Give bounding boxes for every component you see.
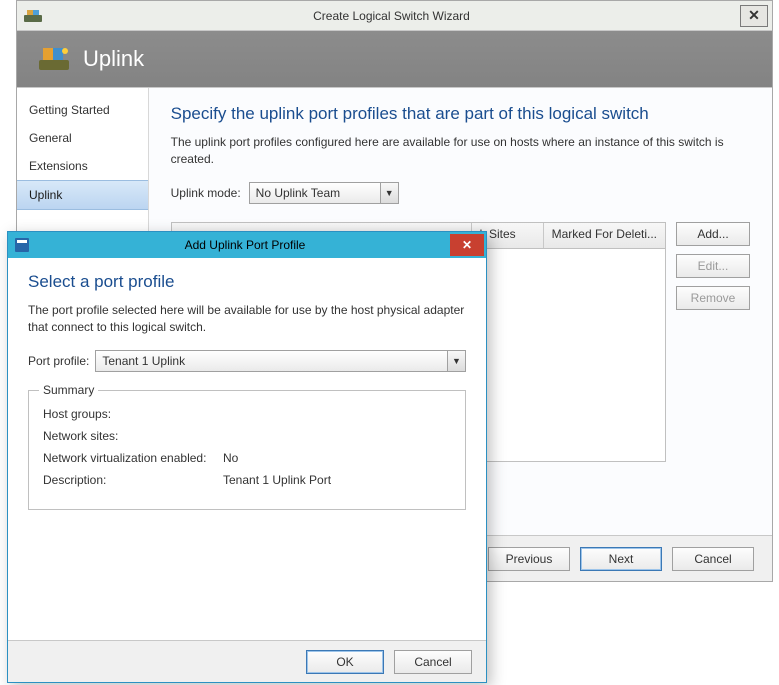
chevron-down-icon: ▼ bbox=[446, 356, 467, 366]
dialog-cancel-button[interactable]: Cancel bbox=[394, 650, 472, 674]
sidebar-item-uplink[interactable]: Uplink bbox=[17, 180, 148, 210]
sidebar-item-getting-started[interactable]: Getting Started bbox=[17, 96, 148, 124]
uplink-mode-value: No Uplink Team bbox=[250, 186, 380, 200]
dialog-description: The port profile selected here will be a… bbox=[28, 302, 466, 336]
network-sites-value bbox=[223, 429, 451, 443]
summary-fieldset: Summary Host groups: Network sites: Netw… bbox=[28, 390, 466, 510]
uplink-banner-icon bbox=[37, 44, 71, 74]
close-icon: ✕ bbox=[748, 7, 760, 24]
ok-button[interactable]: OK bbox=[306, 650, 384, 674]
sidebar-item-extensions[interactable]: Extensions bbox=[17, 152, 148, 180]
previous-button[interactable]: Previous bbox=[488, 547, 570, 571]
port-profile-dropdown[interactable]: Tenant 1 Uplink ▼ bbox=[95, 350, 466, 372]
port-profile-row: Port profile: Tenant 1 Uplink ▼ bbox=[28, 350, 466, 372]
page-heading: Specify the uplink port profiles that ar… bbox=[171, 104, 750, 124]
dropdown-button[interactable]: ▼ bbox=[380, 183, 398, 203]
summary-legend: Summary bbox=[39, 383, 98, 397]
network-sites-label: Network sites: bbox=[43, 429, 223, 443]
wizard-title: Create Logical Switch Wizard bbox=[43, 9, 740, 23]
wizard-titlebar[interactable]: Create Logical Switch Wizard ✕ bbox=[17, 1, 772, 31]
banner-title: Uplink bbox=[83, 46, 144, 72]
cancel-button[interactable]: Cancel bbox=[672, 547, 754, 571]
description-value: Tenant 1 Uplink Port bbox=[223, 473, 451, 487]
uplink-mode-label: Uplink mode: bbox=[171, 186, 241, 200]
dialog-heading: Select a port profile bbox=[28, 272, 466, 292]
dialog-close-button[interactable]: ✕ bbox=[450, 234, 484, 256]
dialog-icon bbox=[14, 237, 34, 253]
edit-button[interactable]: Edit... bbox=[676, 254, 750, 278]
dialog-title: Add Uplink Port Profile bbox=[40, 238, 450, 252]
dialog-titlebar[interactable]: Add Uplink Port Profile ✕ bbox=[8, 232, 486, 258]
next-button[interactable]: Next bbox=[580, 547, 662, 571]
host-groups-label: Host groups: bbox=[43, 407, 223, 421]
grid-actions: Add... Edit... Remove bbox=[676, 222, 750, 462]
add-button[interactable]: Add... bbox=[676, 222, 750, 246]
dialog-footer: OK Cancel bbox=[8, 640, 486, 682]
page-description: The uplink port profiles configured here… bbox=[171, 134, 750, 168]
uplink-mode-row: Uplink mode: No Uplink Team ▼ bbox=[171, 182, 750, 204]
close-icon: ✕ bbox=[462, 238, 472, 252]
sidebar-item-general[interactable]: General bbox=[17, 124, 148, 152]
port-profile-label: Port profile: bbox=[28, 354, 89, 368]
close-button[interactable]: ✕ bbox=[740, 5, 768, 27]
description-label: Description: bbox=[43, 473, 223, 487]
uplink-mode-dropdown[interactable]: No Uplink Team ▼ bbox=[249, 182, 399, 204]
app-icon bbox=[23, 8, 43, 24]
wizard-banner: Uplink bbox=[17, 31, 772, 87]
chevron-down-icon: ▼ bbox=[379, 188, 400, 198]
port-profile-value: Tenant 1 Uplink bbox=[96, 354, 447, 368]
add-uplink-dialog: Add Uplink Port Profile ✕ Select a port … bbox=[7, 231, 487, 683]
netvirt-value: No bbox=[223, 451, 451, 465]
dropdown-button[interactable]: ▼ bbox=[447, 351, 465, 371]
dialog-body: Select a port profile The port profile s… bbox=[8, 258, 486, 640]
netvirt-label: Network virtualization enabled: bbox=[43, 451, 223, 465]
grid-header-marked[interactable]: Marked For Deleti... bbox=[544, 223, 665, 248]
host-groups-value bbox=[223, 407, 451, 421]
remove-button[interactable]: Remove bbox=[676, 286, 750, 310]
